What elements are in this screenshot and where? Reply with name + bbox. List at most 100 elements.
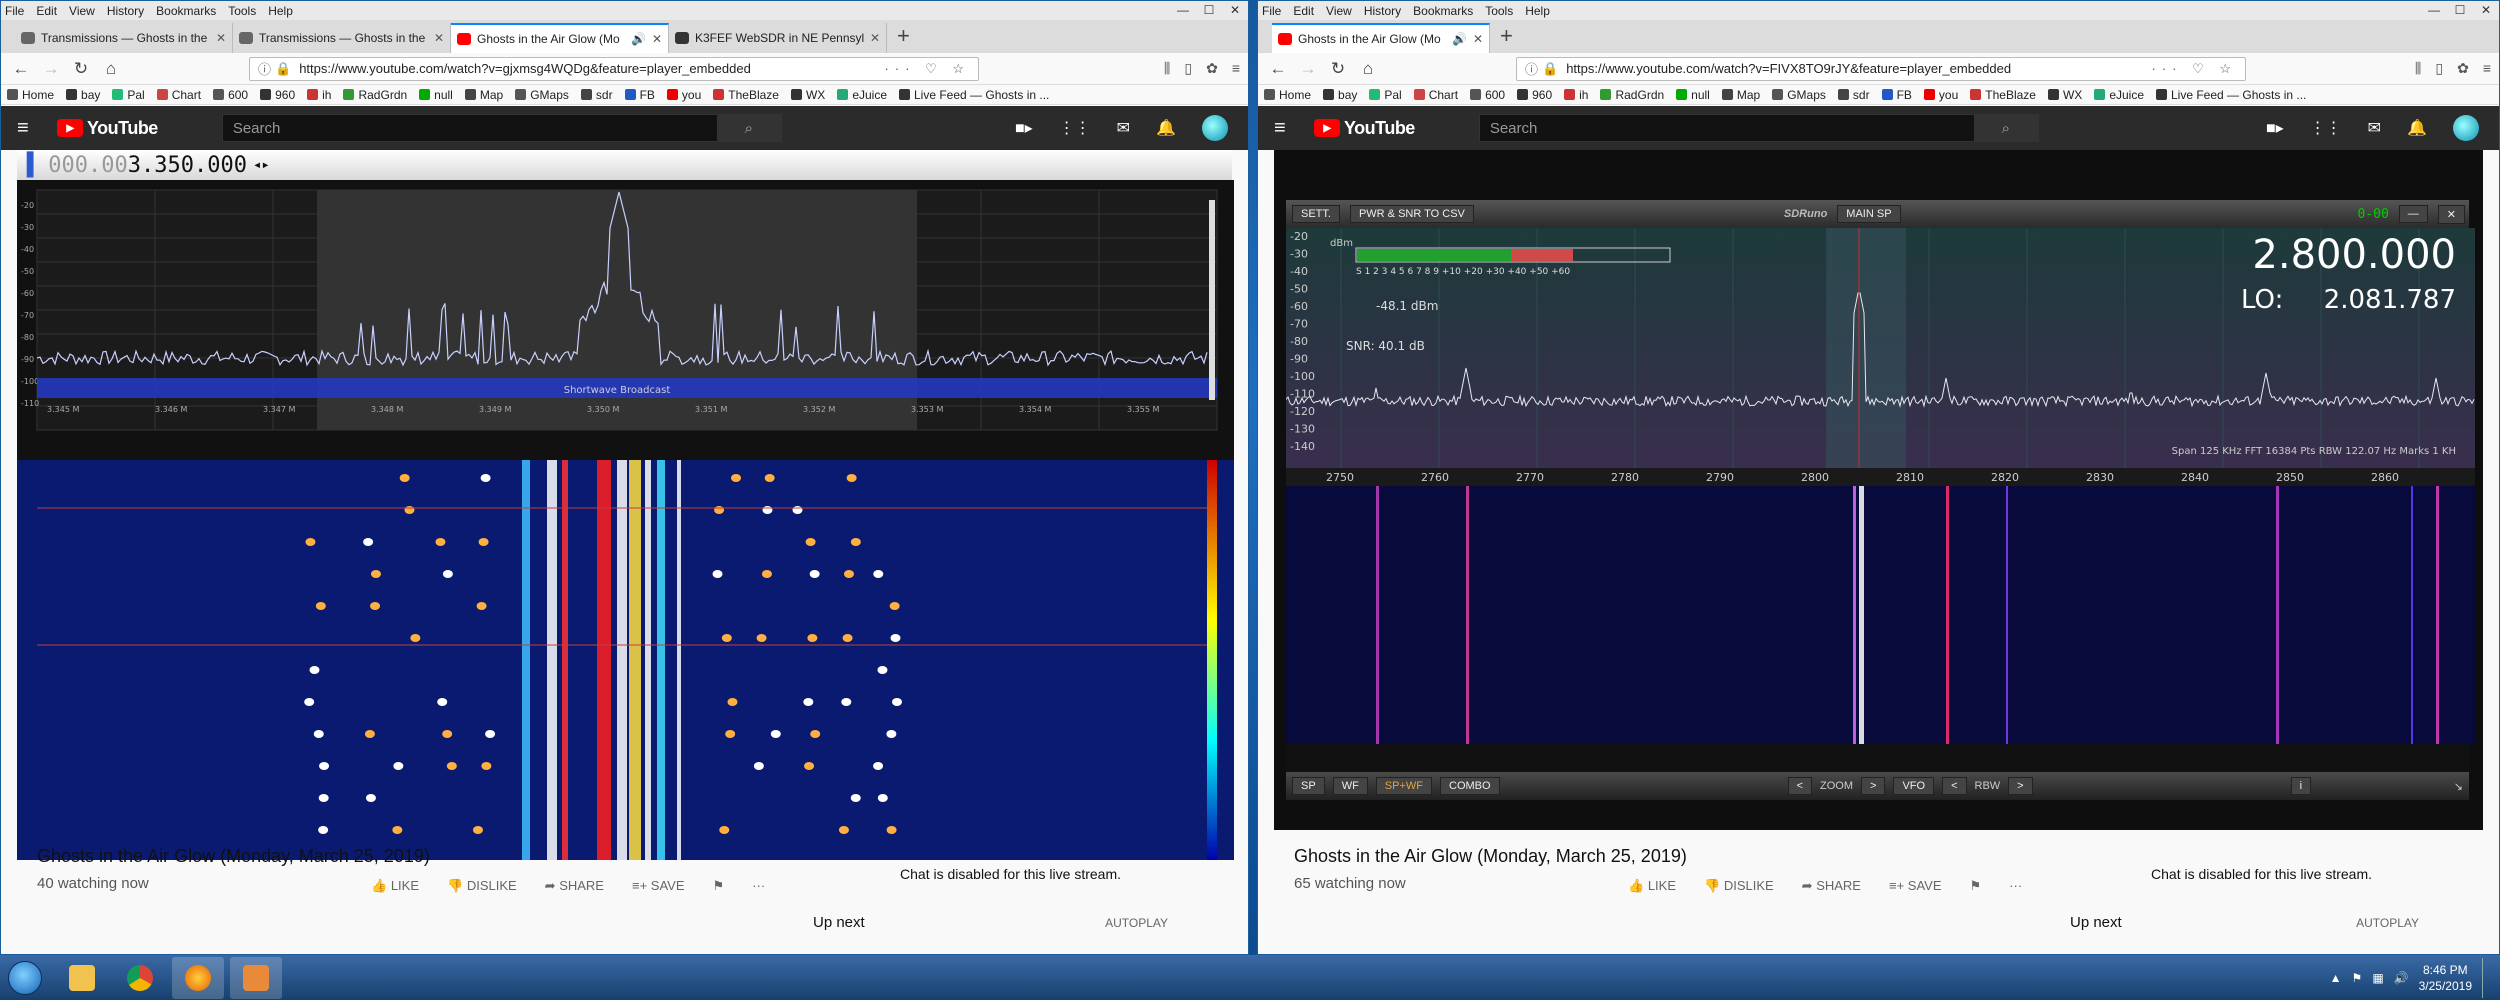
menu-tools[interactable]: Tools [228,4,256,18]
start-button[interactable] [0,955,50,1000]
maximize-icon[interactable]: ☐ [2447,1,2473,19]
extension-icon[interactable]: ✿ [2457,60,2469,77]
flag-icon[interactable]: ⚑ [2352,971,2363,985]
minimize-icon[interactable]: — [1170,1,1196,19]
info-icon[interactable]: ⓘ [258,59,271,78]
bookmark-item[interactable]: RadGrdn [1600,88,1664,102]
url-bar[interactable]: ⓘ 🔒 https://www.youtube.com/watch?v=FIVX… [1516,56,2246,81]
share-button[interactable]: ➦ SHARE [545,878,604,894]
maximize-icon[interactable]: ☐ [1196,1,1222,19]
home-icon[interactable]: ⌂ [99,57,123,81]
sidebar-icon[interactable]: ▯ [1184,60,1192,77]
library-icon[interactable]: ⫼ [1164,60,1170,77]
menu-icon[interactable]: ≡ [2483,60,2491,77]
menu-bookmarks[interactable]: Bookmarks [156,4,216,18]
network-icon[interactable]: ▦ [2372,971,2383,985]
bookmark-item[interactable]: Live Feed — Ghosts in ... [899,88,1049,102]
speaker-icon[interactable]: 🔊 [631,32,646,46]
avatar[interactable] [2453,115,2479,141]
tab-ghosts-air-glow[interactable]: Ghosts in the Air Glow (Mo 🔊 ✕ [1272,23,1490,53]
flag-icon[interactable]: ⚑ [713,878,725,894]
menu-view[interactable]: View [69,4,95,18]
bookmark-item[interactable]: FB [1881,88,1912,102]
menu-icon[interactable]: ≡ [1232,60,1240,77]
csv-export-button[interactable]: PWR & SNR TO CSV [1349,205,1474,223]
reload-icon[interactable]: ↻ [69,57,93,81]
url-bar[interactable]: ⓘ 🔒 https://www.youtube.com/watch?v=gjxm… [249,56,979,81]
video-player[interactable]: SETT. PWR & SNR TO CSV SDRuno MAIN SP 0-… [1274,150,2483,830]
notifications-icon[interactable]: 🔔 [2407,118,2427,138]
page-actions-icon[interactable]: ··· ♡ ☆ [2151,61,2237,77]
tab-k3fef-websdr[interactable]: K3FEF WebSDR in NE Pennsylv ✕ [669,23,887,53]
taskbar-camera[interactable] [230,956,282,999]
settings-button[interactable]: SETT. [1292,205,1340,223]
bookmark-item[interactable]: 600 [1470,88,1505,102]
tab-transmissions-2[interactable]: Transmissions — Ghosts in the ✕ [233,23,451,53]
tab-ghosts-air-glow[interactable]: Ghosts in the Air Glow (Mo 🔊 ✕ [451,23,669,53]
bookmark-item[interactable]: 960 [1517,88,1552,102]
bookmark-item[interactable]: Pal [112,88,145,102]
apps-icon[interactable]: ⋮⋮ [1059,118,1091,138]
menu-history[interactable]: History [1364,4,1401,18]
bookmark-item[interactable]: you [1923,88,1958,102]
close-tab-icon[interactable]: ✕ [652,32,662,46]
bookmark-item[interactable]: TheBlaze [1970,88,2036,102]
apps-icon[interactable]: ⋮⋮ [2310,118,2342,138]
bookmark-item[interactable]: null [419,88,453,102]
forward-icon[interactable]: → [39,57,63,81]
messages-icon[interactable]: ✉ [1117,118,1130,138]
messages-icon[interactable]: ✉ [2368,118,2381,138]
reload-icon[interactable]: ↻ [1326,57,1350,81]
vfo-button[interactable]: VFO [1893,777,1935,795]
bookmark-item[interactable]: bay [66,88,100,102]
save-button[interactable]: ≡+ SAVE [632,878,685,894]
bookmark-item[interactable]: WX [790,88,825,102]
close-icon[interactable]: ✕ [2437,204,2465,224]
youtube-logo[interactable]: ▶ YouTube [1314,118,1415,139]
bookmark-item[interactable]: Map [1721,88,1760,102]
video-player[interactable]: ▌ 000.00 3.350.000 ◂▸ -20 -30 -40 -50 -60 -70-… [17,150,1234,860]
notifications-icon[interactable]: 🔔 [1156,118,1176,138]
flag-icon[interactable]: ⚑ [1970,878,1982,894]
bookmark-item[interactable]: TheBlaze [713,88,779,102]
autoplay-toggle[interactable]: AUTOPLAY [1105,916,1168,930]
bookmark-item[interactable]: GMaps [515,88,569,102]
tab-transmissions-1[interactable]: Transmissions — Ghosts in the ✕ [15,23,233,53]
url-text[interactable]: https://www.youtube.com/watch?v=gjxmsg4W… [299,61,884,76]
bookmark-item[interactable]: you [666,88,701,102]
bookmark-item[interactable]: Pal [1369,88,1402,102]
menu-file[interactable]: File [1262,4,1281,18]
zoom-out-icon[interactable]: < [1787,777,1812,795]
close-icon[interactable]: ✕ [2473,1,2499,19]
menu-bookmarks[interactable]: Bookmarks [1413,4,1473,18]
dislike-button[interactable]: 👎 DISLIKE [447,878,517,894]
search-icon[interactable]: ⌕ [716,115,781,141]
bookmark-item[interactable]: Home [7,88,54,102]
back-icon[interactable]: ← [1266,57,1290,81]
zoom-in-icon[interactable]: > [1861,777,1886,795]
page-actions-icon[interactable]: ··· ♡ ☆ [884,61,970,77]
info-icon[interactable]: ⓘ [1525,59,1538,78]
bookmark-item[interactable]: 960 [260,88,295,102]
sidebar-icon[interactable]: ▯ [2435,60,2443,77]
more-icon[interactable]: ··· [752,878,765,894]
more-icon[interactable]: ··· [2009,878,2022,894]
search-icon[interactable]: ⌕ [1973,115,2038,141]
bookmark-item[interactable]: ih [1564,88,1588,102]
clock[interactable]: 8:46 PM 3/25/2019 [2419,962,2472,994]
menu-help[interactable]: Help [268,4,293,18]
close-tab-icon[interactable]: ✕ [216,31,226,45]
bookmark-item[interactable]: Map [464,88,503,102]
bookmark-item[interactable]: RadGrdn [343,88,407,102]
bookmark-item[interactable]: null [1676,88,1710,102]
avatar[interactable] [1202,115,1228,141]
menu-edit[interactable]: Edit [36,4,57,18]
dislike-button[interactable]: 👎 DISLIKE [1704,878,1774,894]
resize-icon[interactable]: ↘ [2454,780,2463,793]
hamburger-icon[interactable]: ≡ [1274,117,1314,140]
share-button[interactable]: ➦ SHARE [1802,878,1861,894]
menu-history[interactable]: History [107,4,144,18]
home-icon[interactable]: ⌂ [1356,57,1380,81]
hamburger-icon[interactable]: ≡ [17,117,57,140]
menu-help[interactable]: Help [1525,4,1550,18]
